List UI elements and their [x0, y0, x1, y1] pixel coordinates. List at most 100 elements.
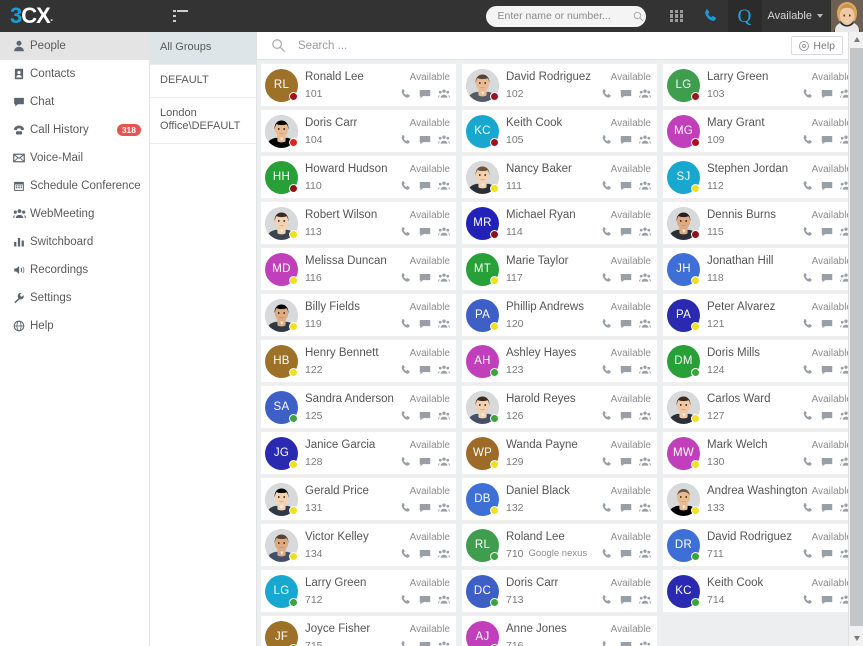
chat-icon[interactable]	[821, 226, 833, 238]
search-input[interactable]	[298, 39, 792, 52]
sidebar-item-help[interactable]: Help	[0, 312, 149, 340]
phone-icon[interactable]	[802, 548, 814, 560]
chat-icon[interactable]	[821, 594, 833, 606]
contact-card[interactable]: Dennis Burns Available 115	[662, 201, 859, 245]
video-conference-icon[interactable]	[639, 272, 651, 284]
contact-card[interactable]: JF Joyce Fisher Available 715	[260, 615, 457, 646]
avatar[interactable]: RL	[265, 68, 298, 102]
phone-icon[interactable]	[400, 364, 412, 376]
phone-icon[interactable]	[601, 594, 613, 606]
group-item-default[interactable]: DEFAULT	[150, 65, 256, 98]
phone-icon[interactable]	[400, 594, 412, 606]
phone-icon[interactable]	[601, 88, 613, 100]
avatar[interactable]: MG	[667, 114, 700, 148]
avatar[interactable]: DB	[466, 482, 499, 516]
avatar[interactable]: HB	[265, 344, 298, 378]
contact-card[interactable]: PA Phillip Andrews Available 120	[461, 293, 658, 337]
video-conference-icon[interactable]	[639, 134, 651, 146]
avatar[interactable]: PA	[466, 298, 499, 332]
chat-icon[interactable]	[419, 226, 431, 238]
phone-icon[interactable]	[802, 180, 814, 192]
phone-icon[interactable]	[400, 180, 412, 192]
chat-icon[interactable]	[620, 88, 632, 100]
sidebar-item-schedule-conference[interactable]: Schedule Conference	[0, 172, 149, 200]
chat-icon[interactable]	[620, 226, 632, 238]
avatar[interactable]: MD	[265, 252, 298, 286]
chat-icon[interactable]	[821, 88, 833, 100]
chat-icon[interactable]	[821, 272, 833, 284]
phone-icon[interactable]	[400, 226, 412, 238]
contact-card[interactable]: HB Henry Bennett Available 122	[260, 339, 457, 383]
avatar[interactable]: KC	[466, 114, 499, 148]
phone-icon[interactable]	[601, 180, 613, 192]
chat-icon[interactable]	[419, 456, 431, 468]
avatar[interactable]	[265, 482, 298, 516]
video-conference-icon[interactable]	[438, 226, 450, 238]
group-item-all-groups[interactable]: All Groups	[150, 32, 256, 65]
contact-card[interactable]: MW Mark Welch Available 130	[662, 431, 859, 475]
avatar[interactable]: KC	[667, 574, 700, 608]
chat-icon[interactable]	[419, 134, 431, 146]
contact-card[interactable]: DB Daniel Black Available 132	[461, 477, 658, 521]
avatar[interactable]: DC	[466, 574, 499, 608]
avatar[interactable]	[466, 160, 499, 194]
video-conference-icon[interactable]	[639, 364, 651, 376]
global-search-input[interactable]	[497, 10, 633, 22]
video-conference-icon[interactable]	[639, 502, 651, 514]
video-conference-icon[interactable]	[438, 88, 450, 100]
phone-icon[interactable]	[802, 318, 814, 330]
contact-card[interactable]: JH Jonathan Hill Available 118	[662, 247, 859, 291]
chat-icon[interactable]	[620, 410, 632, 422]
video-conference-icon[interactable]	[438, 594, 450, 606]
avatar[interactable]	[831, 0, 863, 32]
video-conference-icon[interactable]	[639, 594, 651, 606]
chat-icon[interactable]	[821, 180, 833, 192]
contact-card[interactable]: DR David Rodriguez Available 711	[662, 523, 859, 567]
phone-icon[interactable]	[601, 318, 613, 330]
caret-down-icon[interactable]	[849, 631, 863, 646]
video-conference-icon[interactable]	[438, 456, 450, 468]
presence-dropdown[interactable]: Available	[762, 10, 831, 22]
chat-icon[interactable]	[821, 410, 833, 422]
phone-icon[interactable]	[601, 640, 613, 646]
contact-card[interactable]: Gerald Price Available 131	[260, 477, 457, 521]
video-conference-icon[interactable]	[639, 548, 651, 560]
phone-icon[interactable]	[802, 410, 814, 422]
sidebar-item-recordings[interactable]: Recordings	[0, 256, 149, 284]
avatar[interactable]: PA	[667, 298, 700, 332]
avatar[interactable]	[265, 528, 298, 562]
avatar[interactable]: JH	[667, 252, 700, 286]
phone-icon[interactable]	[601, 456, 613, 468]
contact-card[interactable]: Billy Fields Available 119	[260, 293, 457, 337]
contact-card[interactable]: WP Wanda Payne Available 129	[461, 431, 658, 475]
chat-icon[interactable]	[419, 364, 431, 376]
phone-icon[interactable]	[601, 134, 613, 146]
video-conference-icon[interactable]	[438, 410, 450, 422]
caret-up-icon[interactable]	[849, 32, 863, 47]
phone-icon[interactable]	[400, 410, 412, 422]
phone-icon[interactable]	[802, 88, 814, 100]
contact-card[interactable]: Harold Reyes Available 126	[461, 385, 658, 429]
sidebar-item-webmeeting[interactable]: WebMeeting	[0, 200, 149, 228]
chat-icon[interactable]	[620, 594, 632, 606]
chat-icon[interactable]	[419, 410, 431, 422]
phone-icon[interactable]	[400, 456, 412, 468]
phone-icon[interactable]	[400, 88, 412, 100]
avatar[interactable]: MR	[466, 206, 499, 240]
phone-icon[interactable]	[601, 548, 613, 560]
phone-icon[interactable]	[601, 502, 613, 514]
contact-card[interactable]: Robert Wilson Available 113	[260, 201, 457, 245]
contact-card[interactable]: LG Larry Green Available 103	[662, 63, 859, 107]
avatar[interactable]: SJ	[667, 160, 700, 194]
contact-card[interactable]: MG Mary Grant Available 109	[662, 109, 859, 153]
video-conference-icon[interactable]	[438, 640, 450, 646]
avatar[interactable]: AJ	[466, 620, 499, 646]
chat-icon[interactable]	[620, 456, 632, 468]
contact-card[interactable]: Andrea Washington Available 133	[662, 477, 859, 521]
phone-icon[interactable]	[400, 548, 412, 560]
avatar[interactable]: JG	[265, 436, 298, 470]
grid-apps-icon[interactable]	[660, 0, 694, 32]
phone-icon[interactable]	[802, 594, 814, 606]
avatar[interactable]	[667, 482, 700, 516]
vertical-scrollbar[interactable]	[848, 32, 863, 646]
